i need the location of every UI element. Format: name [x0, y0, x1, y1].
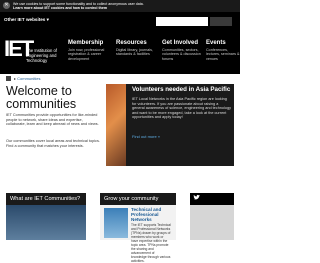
nav-desc: Digital library, journals, standards & f…	[116, 48, 154, 57]
tile-body: Technical and Professional Networks The …	[100, 205, 176, 263]
site-header: IET The Institution of Engineering and T…	[0, 32, 240, 74]
tile-image	[6, 205, 86, 240]
top-bar: Other IET websites ▾	[0, 12, 240, 32]
search-button[interactable]	[210, 17, 232, 26]
tile-body	[190, 205, 234, 240]
logo-subtitle: The Institution of Engineering and Techn…	[26, 48, 57, 63]
intro-paragraph-2: Our communities cover local areas and te…	[6, 139, 100, 148]
home-icon[interactable]	[6, 76, 11, 81]
tile-twitter[interactable]	[190, 193, 234, 240]
tile-heading: What are IET Communities?	[6, 193, 86, 205]
cookie-message: We use cookies to support some functiona…	[13, 2, 183, 11]
promo-text: IET Local Networks in the Asia Pacific r…	[132, 97, 231, 120]
promo-image	[106, 84, 126, 166]
page-title: Welcome to communities	[6, 84, 77, 111]
feature-tiles: What are IET Communities? Grow your comm…	[0, 193, 240, 263]
close-icon[interactable]: ✕	[3, 2, 10, 9]
nav-get-involved[interactable]: Get Involved Communities, sectors, volun…	[162, 40, 204, 61]
search-input[interactable]	[156, 17, 208, 26]
promo-heading: Volunteers needed in Asia Pacific	[132, 86, 231, 93]
nav-events[interactable]: Events Conferences, lectures, seminars &…	[206, 40, 240, 61]
cookie-bar: ✕ We use cookies to support some functio…	[0, 0, 240, 12]
iet-logo[interactable]: IET The Institution of Engineering and T…	[4, 38, 60, 68]
nav-heading: Get Involved	[162, 40, 199, 46]
intro-paragraph-1: IET Communities provide opportunities fo…	[6, 113, 99, 127]
cookie-link[interactable]: Learn more about IET cookies and how to …	[13, 6, 107, 10]
breadcrumb-current[interactable]: Communities	[17, 76, 40, 81]
nav-desc: Conferences, lectures, seminars & venues	[206, 48, 240, 61]
nav-desc: Communities, sectors, volunteers & discu…	[162, 48, 201, 61]
nav-heading: Resources	[116, 40, 147, 46]
tpn-thumbnail	[104, 208, 128, 238]
nav-heading: Events	[206, 40, 226, 46]
tile-heading	[190, 193, 234, 205]
tpn-text: The IET supports Technical and Professio…	[131, 223, 171, 263]
nav-heading: Membership	[68, 40, 104, 46]
volunteer-promo: Volunteers needed in Asia Pacific IET Lo…	[106, 84, 234, 166]
nav-membership[interactable]: Membership Join now, professional regist…	[68, 40, 110, 61]
tile-grow-community[interactable]: Grow your community Technical and Profes…	[100, 193, 176, 263]
nav-resources[interactable]: Resources Digital library, journals, sta…	[116, 40, 158, 57]
tile-heading: Grow your community	[100, 193, 176, 205]
breadcrumb: ▸ Communities	[6, 76, 40, 81]
nav-desc: Join now, professional registration & ca…	[68, 48, 105, 61]
twitter-icon	[193, 194, 200, 200]
tpn-title[interactable]: Technical and Professional Networks	[131, 207, 171, 222]
find-out-more-link[interactable]: Find out more »	[132, 134, 160, 139]
tile-what-are-communities[interactable]: What are IET Communities?	[6, 193, 86, 240]
cookie-text: We use cookies to support some functiona…	[13, 1, 144, 6]
other-sites-dropdown[interactable]: Other IET websites ▾	[4, 17, 49, 23]
